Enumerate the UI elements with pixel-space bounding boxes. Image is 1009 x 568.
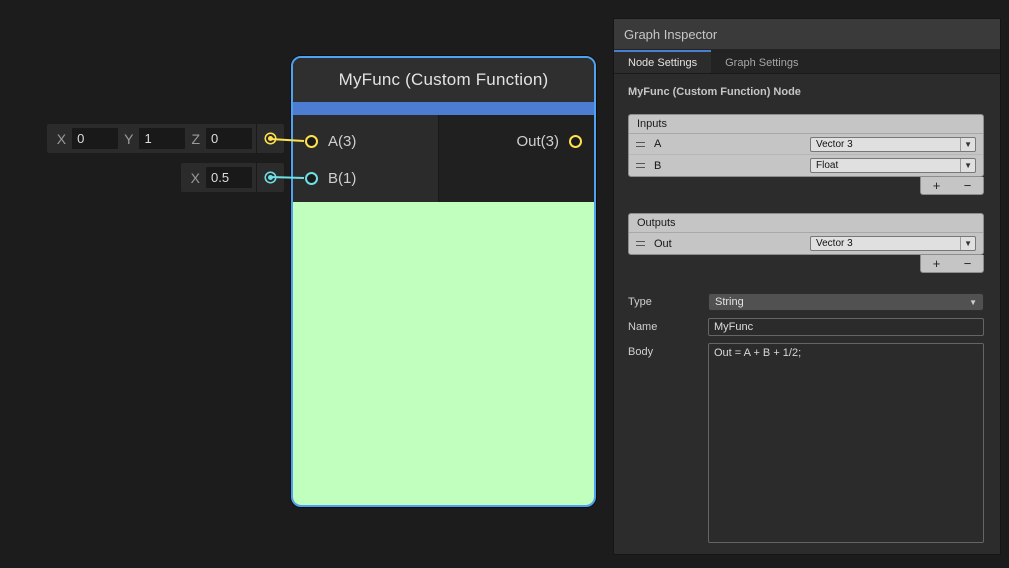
drag-handle-icon[interactable] [636,241,645,246]
field-label-z: Z [191,131,200,147]
vector3-port-icon[interactable] [569,135,582,148]
float-output-stub[interactable] [256,163,284,192]
output-out-name: Out [654,238,672,250]
input-b-name: B [654,160,661,172]
list-item-output-out[interactable]: Out Vector 3 ▼ [629,233,983,254]
x-value-field[interactable] [72,128,118,149]
node-title: MyFunc (Custom Function) [339,70,549,90]
vector3-port-dot-icon [268,136,273,141]
output-out-type-value: Vector 3 [816,238,853,249]
name-label: Name [628,318,708,336]
dropdown-arrow-icon: ▼ [960,237,975,250]
inputs-list-title: Inputs [629,115,983,134]
inspector-title: Graph Inspector [624,27,717,42]
inspector-title-bar[interactable]: Graph Inspector [614,19,1000,50]
type-label: Type [628,293,708,311]
tab-node-settings-label: Node Settings [628,57,697,69]
body-textarea[interactable]: Out = A + B + 1/2; [708,343,984,543]
outputs-list: Outputs Out Vector 3 ▼ [628,213,984,255]
body-label: Body [628,343,708,543]
node-title-bar[interactable]: MyFunc (Custom Function) [293,58,594,102]
drag-handle-icon[interactable] [636,142,645,147]
inspector-body: MyFunc (Custom Function) Node Inputs A V… [614,74,1000,543]
port-b[interactable]: B(1) [293,160,438,197]
list-item-input-b[interactable]: B Float ▼ [629,155,983,176]
input-a-type-value: Vector 3 [816,139,853,150]
list-item-input-a[interactable]: A Vector 3 ▼ [629,134,983,155]
outputs-list-title: Outputs [629,214,983,233]
float-port-dot-icon [268,175,273,180]
remove-input-button[interactable]: − [952,177,983,194]
tab-node-settings[interactable]: Node Settings [614,50,711,73]
node-ports-area: A(3) B(1) Out(3) [293,115,594,202]
custom-function-node[interactable]: MyFunc (Custom Function) A(3) B(1) Out(3… [291,56,596,507]
input-a-name: A [654,138,661,150]
vector3-output-stub[interactable] [256,124,284,153]
outputs-list-footer: + − [920,255,984,273]
input-ports-column: A(3) B(1) [293,115,439,202]
port-b-label: B(1) [328,170,356,187]
type-value: String [715,296,744,308]
name-row: Name [628,318,984,336]
port-a-label: A(3) [328,133,356,150]
node-settings-heading: MyFunc (Custom Function) Node [628,86,984,98]
port-out[interactable]: Out(3) [439,123,594,160]
node-accent-bar [293,102,594,115]
port-a[interactable]: A(3) [293,123,438,160]
inspector-tab-bar: Node Settings Graph Settings [614,50,1000,74]
graph-inspector-panel: Graph Inspector Node Settings Graph Sett… [613,18,1001,555]
tab-graph-settings[interactable]: Graph Settings [711,50,812,73]
dropdown-arrow-icon: ▼ [960,159,975,172]
input-b-type-value: Float [816,160,838,171]
vector3-port-icon[interactable] [305,135,318,148]
y-value-field[interactable] [139,128,185,149]
field-label-y: Y [124,131,133,147]
body-row: Body Out = A + B + 1/2; [628,343,984,543]
float-input-widget: X [181,163,284,192]
type-dropdown[interactable]: String ▼ [708,293,984,311]
inputs-list-footer: + − [920,177,984,195]
inputs-list: Inputs A Vector 3 ▼ B Float ▼ [628,114,984,177]
name-input[interactable] [708,318,984,336]
field-label-x: X [57,131,66,147]
node-preview [293,202,594,505]
port-out-label: Out(3) [516,133,559,150]
float-fields: X [181,163,256,192]
drag-handle-icon[interactable] [636,163,645,168]
field-label-x: X [191,170,200,186]
float-port-icon[interactable] [305,172,318,185]
input-b-type-dropdown[interactable]: Float ▼ [810,158,976,173]
vector3-fields: X Y Z [47,124,256,153]
float-value-field[interactable] [206,167,252,188]
add-output-button[interactable]: + [921,255,952,272]
tab-graph-settings-label: Graph Settings [725,57,798,69]
dropdown-arrow-icon: ▼ [969,298,977,307]
vector3-input-widget: X Y Z [47,124,284,153]
dropdown-arrow-icon: ▼ [960,138,975,151]
function-properties: Type String ▼ Name Body Out = A + B + 1/… [628,293,984,543]
remove-output-button[interactable]: − [952,255,983,272]
output-ports-column: Out(3) [439,115,594,202]
output-out-type-dropdown[interactable]: Vector 3 ▼ [810,236,976,251]
type-row: Type String ▼ [628,293,984,311]
z-value-field[interactable] [206,128,252,149]
input-a-type-dropdown[interactable]: Vector 3 ▼ [810,137,976,152]
add-input-button[interactable]: + [921,177,952,194]
